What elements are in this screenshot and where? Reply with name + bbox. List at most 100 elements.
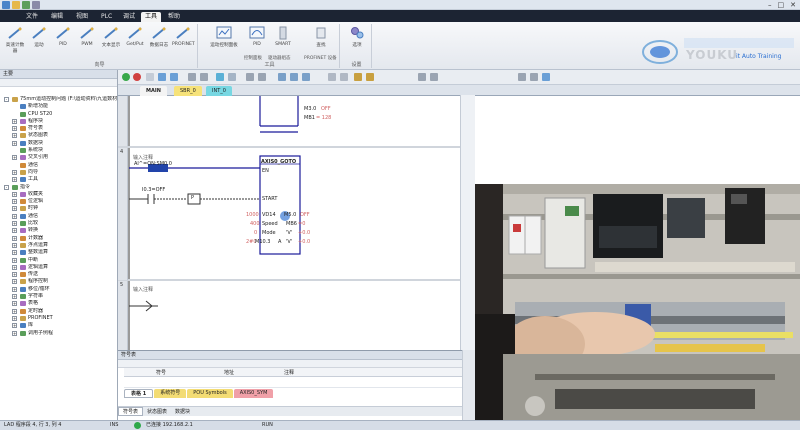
tab-sbr0[interactable]: SBR_0 [174,86,202,96]
network-comment[interactable]: 输入注释 [133,286,153,293]
expand-icon[interactable]: + [12,330,17,336]
pwm-wizard-button[interactable]: PWM [76,26,98,47]
symbol-icon[interactable] [354,73,362,81]
tree-item[interactable]: + 调用子例程 [0,330,117,337]
tree-item[interactable]: + 表格 [0,300,117,307]
tab-system-symbols[interactable]: 系统符号 [154,389,187,398]
tree-item[interactable]: + 库 [0,322,117,329]
run-icon[interactable] [122,73,130,81]
options-button[interactable]: 选项 [346,26,368,48]
tab-tools[interactable]: 工具 [141,12,162,22]
text-display-wizard-button[interactable]: 文本显示 [100,26,122,48]
tree-item[interactable]: + 向导 [0,169,117,176]
tree-item[interactable]: + 字符串 [0,293,117,300]
tree-item[interactable]: 系统块 [0,147,117,154]
expand-icon[interactable]: + [12,264,17,270]
tree-item[interactable]: + 工具 [0,176,117,183]
expand-icon[interactable]: + [12,242,17,248]
expand-icon[interactable]: + [12,323,17,329]
expand-icon[interactable]: + [12,140,17,146]
box-icon[interactable] [302,73,310,81]
motion-wizard-button[interactable]: 运动 [28,26,50,48]
toolbar-button-icon[interactable] [542,73,550,81]
tree-item[interactable]: + 位逻辑 [0,198,117,205]
expand-icon[interactable]: + [12,221,17,227]
open-icon[interactable] [12,1,20,9]
expand-icon[interactable]: + [12,272,17,278]
tree-item[interactable]: + 收藏夹 [0,191,117,198]
tree-item[interactable]: + 浮点运算 [0,242,117,249]
expand-icon[interactable]: + [12,169,17,175]
tree-item[interactable]: + 通信 [0,213,117,220]
tree-item[interactable]: + 程序块 [0,118,117,125]
monitor-icon[interactable] [216,73,224,81]
tree-item[interactable]: 新增功能 [0,103,117,110]
pause-icon[interactable] [228,73,236,81]
tab-main[interactable]: MAIN [140,86,167,96]
maximize-icon[interactable]: □ [778,0,785,10]
block-name[interactable]: AXIS0_GOTO [261,159,296,165]
upload-icon[interactable] [158,73,166,81]
contact-sm00[interactable]: Al^=ON:SM0.0 [134,161,172,167]
pid-panel-button[interactable]: PID [246,26,268,47]
abort-input-var[interactable]: M10.3 [255,239,270,245]
toolbar-button-icon[interactable] [418,73,426,81]
tab-int0[interactable]: INT_0 [206,86,232,96]
contact-i03[interactable]: I0.3=OFF [142,187,165,193]
expand-icon[interactable]: + [12,294,17,300]
tab-view[interactable]: 视图 [72,12,92,22]
expand-icon[interactable]: + [12,301,17,307]
tab-table1[interactable]: 表格 1 [124,389,154,398]
save-icon[interactable] [22,1,30,9]
expand-icon[interactable]: + [12,206,17,212]
find-button[interactable]: 查找 [310,26,332,48]
expand-icon[interactable]: + [12,118,17,124]
expand-icon[interactable]: + [12,199,17,205]
smart-drive-button[interactable]: SMART [272,26,294,47]
delete-icon[interactable] [200,73,208,81]
pou-icon[interactable] [258,73,266,81]
contact-icon[interactable] [278,73,286,81]
toolbar-button-icon[interactable] [430,73,438,81]
stop-icon[interactable] [133,73,141,81]
tree-item[interactable]: 通信 [0,162,117,169]
tree-item[interactable]: + 程序控制 [0,278,117,285]
bookmark-icon[interactable] [246,73,254,81]
datalog-wizard-button[interactable]: 数据日志 [148,26,170,48]
download-icon[interactable] [170,73,178,81]
expand-icon[interactable]: + [12,155,17,161]
tree-item[interactable]: + 数据块 [0,140,117,147]
close-icon[interactable]: ✕ [790,0,796,10]
cspeed-var[interactable]: 'V' [286,239,292,245]
editor-scrollbar[interactable] [460,95,475,350]
tab-edit[interactable]: 编辑 [47,12,67,22]
tree-item[interactable]: + 传送 [0,271,117,278]
cpos-var[interactable]: 'V' [286,230,292,236]
expand-icon[interactable]: + [12,126,17,132]
expand-icon[interactable]: + [12,257,17,263]
tab-help[interactable]: 帮助 [164,12,184,22]
tree-item[interactable]: + 中断 [0,257,117,264]
expand-icon[interactable]: + [12,308,17,314]
tab-pou-symbols[interactable]: POU Symbols [187,389,233,398]
toolbar-button-icon[interactable] [530,73,538,81]
tree-item[interactable]: + 移位/循环 [0,286,117,293]
insert-icon[interactable] [188,73,196,81]
pos-input-var[interactable]: VD14 [262,212,276,218]
expand-icon[interactable]: + [12,315,17,321]
line-icon[interactable] [328,73,336,81]
tree-item[interactable]: + 转换 [0,227,117,234]
collapse-icon[interactable]: - [4,97,9,102]
tab-debug[interactable]: 调试 [119,12,139,22]
tree-item[interactable]: + 符号表 [0,125,117,132]
expand-icon[interactable]: + [12,191,17,197]
profinet-wizard-button[interactable]: PROFINET [172,26,195,47]
tree-item[interactable]: + 计数器 [0,235,117,242]
tab-plc[interactable]: PLC [97,12,116,22]
expand-icon[interactable]: + [12,235,17,241]
expand-icon[interactable]: + [12,228,17,234]
pid-wizard-button[interactable]: PID [52,26,74,47]
expand-icon[interactable]: + [12,279,17,285]
done-var[interactable]: M5.0 [284,212,296,218]
tree-item[interactable]: + 比较 [0,220,117,227]
